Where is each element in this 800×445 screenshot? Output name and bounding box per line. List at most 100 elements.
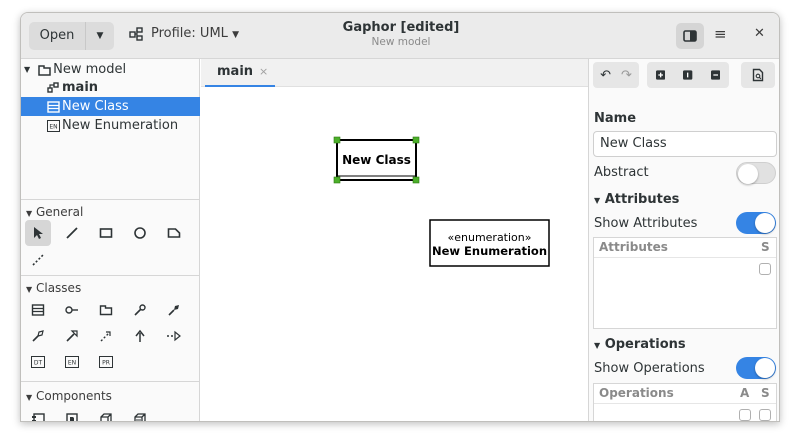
section-label: Attributes (604, 192, 680, 207)
attributes-column-header[interactable]: Attributes (599, 240, 668, 254)
operations-table[interactable]: Operations A S (593, 383, 777, 421)
aggregation-tool[interactable] (161, 297, 187, 323)
association-tool[interactable] (127, 297, 153, 323)
tree-item-enumeration[interactable]: EN New Enumeration (21, 116, 200, 135)
tab-main[interactable]: main × (205, 59, 275, 87)
zoom-reset-icon[interactable] (683, 70, 693, 80)
zoom-out-icon[interactable] (710, 70, 720, 80)
profile-dropdown[interactable]: Profile: UML ▼ (151, 26, 239, 41)
zoom-group (647, 62, 729, 88)
node-tool[interactable] (93, 406, 119, 421)
tree-item-diagram[interactable]: main (21, 78, 200, 97)
static-checkbox[interactable] (759, 409, 771, 421)
ellipse-tool[interactable] (127, 220, 153, 246)
enumeration-element[interactable]: «enumeration» New Enumeration (429, 219, 550, 267)
realization-tool[interactable] (161, 323, 187, 349)
close-window-button[interactable]: ✕ (754, 26, 765, 41)
diagram-canvas[interactable]: New Class «enumeration» New Enumeration (201, 88, 588, 421)
section-label: Classes (35, 281, 82, 295)
toolbox-section-general[interactable]: ▼ General (26, 205, 83, 219)
open-button[interactable]: Open (29, 22, 85, 50)
toolbox-section-classes[interactable]: ▼ Classes (26, 281, 81, 295)
attributes-section-header[interactable]: ▼ Attributes (594, 192, 679, 207)
document-search-icon (752, 68, 764, 82)
name-field[interactable]: New Class (593, 131, 777, 157)
box-tool[interactable] (93, 220, 119, 246)
header-bar: Open ▼ Profile: UML ▼ Gaphor [edited] Ne… (21, 13, 779, 59)
pointer-tool[interactable] (25, 220, 51, 246)
open-button-group: Open ▼ (29, 22, 114, 50)
tree-item-class[interactable]: New Class (21, 97, 200, 116)
toggle-knob (738, 164, 758, 184)
dependency-tool[interactable] (93, 323, 119, 349)
tab-close-icon[interactable]: × (259, 65, 268, 78)
enumeration-tool[interactable]: EN (59, 349, 85, 375)
redo-icon[interactable]: ↷ (621, 68, 632, 83)
resize-handle[interactable] (412, 176, 420, 184)
app-window: Open ▼ Profile: UML ▼ Gaphor [edited] Ne… (20, 12, 780, 422)
tab-active-indicator (205, 85, 275, 87)
generalization-tool[interactable] (59, 323, 85, 349)
static-column-header[interactable]: S (761, 240, 770, 254)
window-title-area: Gaphor [edited] New model (321, 20, 481, 48)
primitive-tool[interactable]: PR (93, 349, 119, 375)
undo-redo-group: ↶ ↷ (593, 62, 639, 88)
class-icon (31, 304, 45, 316)
artifact-icon (66, 413, 78, 421)
datatype-tool[interactable]: DT (25, 349, 51, 375)
show-operations-toggle[interactable] (736, 357, 776, 379)
toolbox-section-components[interactable]: ▼ Components (26, 389, 112, 403)
model-browser-icon[interactable] (128, 27, 146, 45)
comment-tool[interactable] (161, 220, 187, 246)
package-icon (38, 64, 51, 76)
component-tool[interactable] (25, 406, 51, 421)
editor-mode-button[interactable] (741, 62, 775, 88)
abstract-column-header[interactable]: A (740, 386, 749, 400)
tab-label: main (217, 64, 254, 79)
device-tool[interactable] (127, 406, 153, 421)
static-checkbox[interactable] (759, 263, 771, 275)
shared-aggregation-tool[interactable] (25, 323, 51, 349)
containment-tool[interactable] (127, 323, 153, 349)
resize-handle[interactable] (412, 136, 420, 144)
window-subtitle: New model (371, 36, 431, 48)
toolbox-divider (21, 275, 200, 276)
resize-handle[interactable] (333, 136, 341, 144)
operations-column-header[interactable]: Operations (599, 386, 674, 400)
tree-item-label: New Enumeration (62, 118, 179, 133)
tab-bar: main × (201, 59, 588, 87)
comment-line-tool[interactable] (25, 247, 51, 273)
tree-item-label: New model (53, 62, 127, 77)
class-tool[interactable] (25, 297, 51, 323)
class-element-name: New Class (342, 153, 411, 167)
class-element[interactable]: New Class (333, 136, 420, 184)
expander-down-icon[interactable]: ▼ (24, 60, 34, 79)
abstract-checkbox[interactable] (739, 409, 751, 421)
attributes-table[interactable]: Attributes S (593, 237, 777, 329)
zoom-in-icon[interactable] (656, 70, 666, 80)
undo-icon[interactable]: ↶ (600, 68, 611, 83)
toggle-panel-button[interactable] (676, 23, 704, 49)
package-tool[interactable] (93, 297, 119, 323)
tree-item-model[interactable]: ▼ New model (21, 60, 200, 79)
dependency-icon (100, 331, 111, 342)
open-recent-dropdown[interactable]: ▼ (86, 22, 114, 50)
abstract-toggle[interactable] (736, 162, 776, 184)
line-tool[interactable] (59, 220, 85, 246)
box-icon (99, 228, 113, 238)
show-attributes-toggle[interactable] (736, 212, 776, 234)
interface-icon (65, 306, 78, 314)
chevron-down-icon: ▼ (232, 30, 239, 40)
hamburger-menu-icon[interactable]: ≡ (714, 25, 727, 43)
interface-tool[interactable] (59, 297, 85, 323)
component-icon (32, 413, 45, 421)
property-editor: ↶ ↷ Name New Class Abstract ▼ Attributes… (588, 59, 779, 421)
line-icon (66, 227, 78, 239)
resize-handle[interactable] (333, 176, 341, 184)
artifact-tool[interactable] (59, 406, 85, 421)
operations-section-header[interactable]: ▼ Operations (594, 337, 686, 352)
static-column-header[interactable]: S (761, 386, 770, 400)
svg-text:EN: EN (49, 123, 57, 130)
toolbox-divider (21, 381, 200, 382)
section-label: Operations (604, 337, 686, 352)
